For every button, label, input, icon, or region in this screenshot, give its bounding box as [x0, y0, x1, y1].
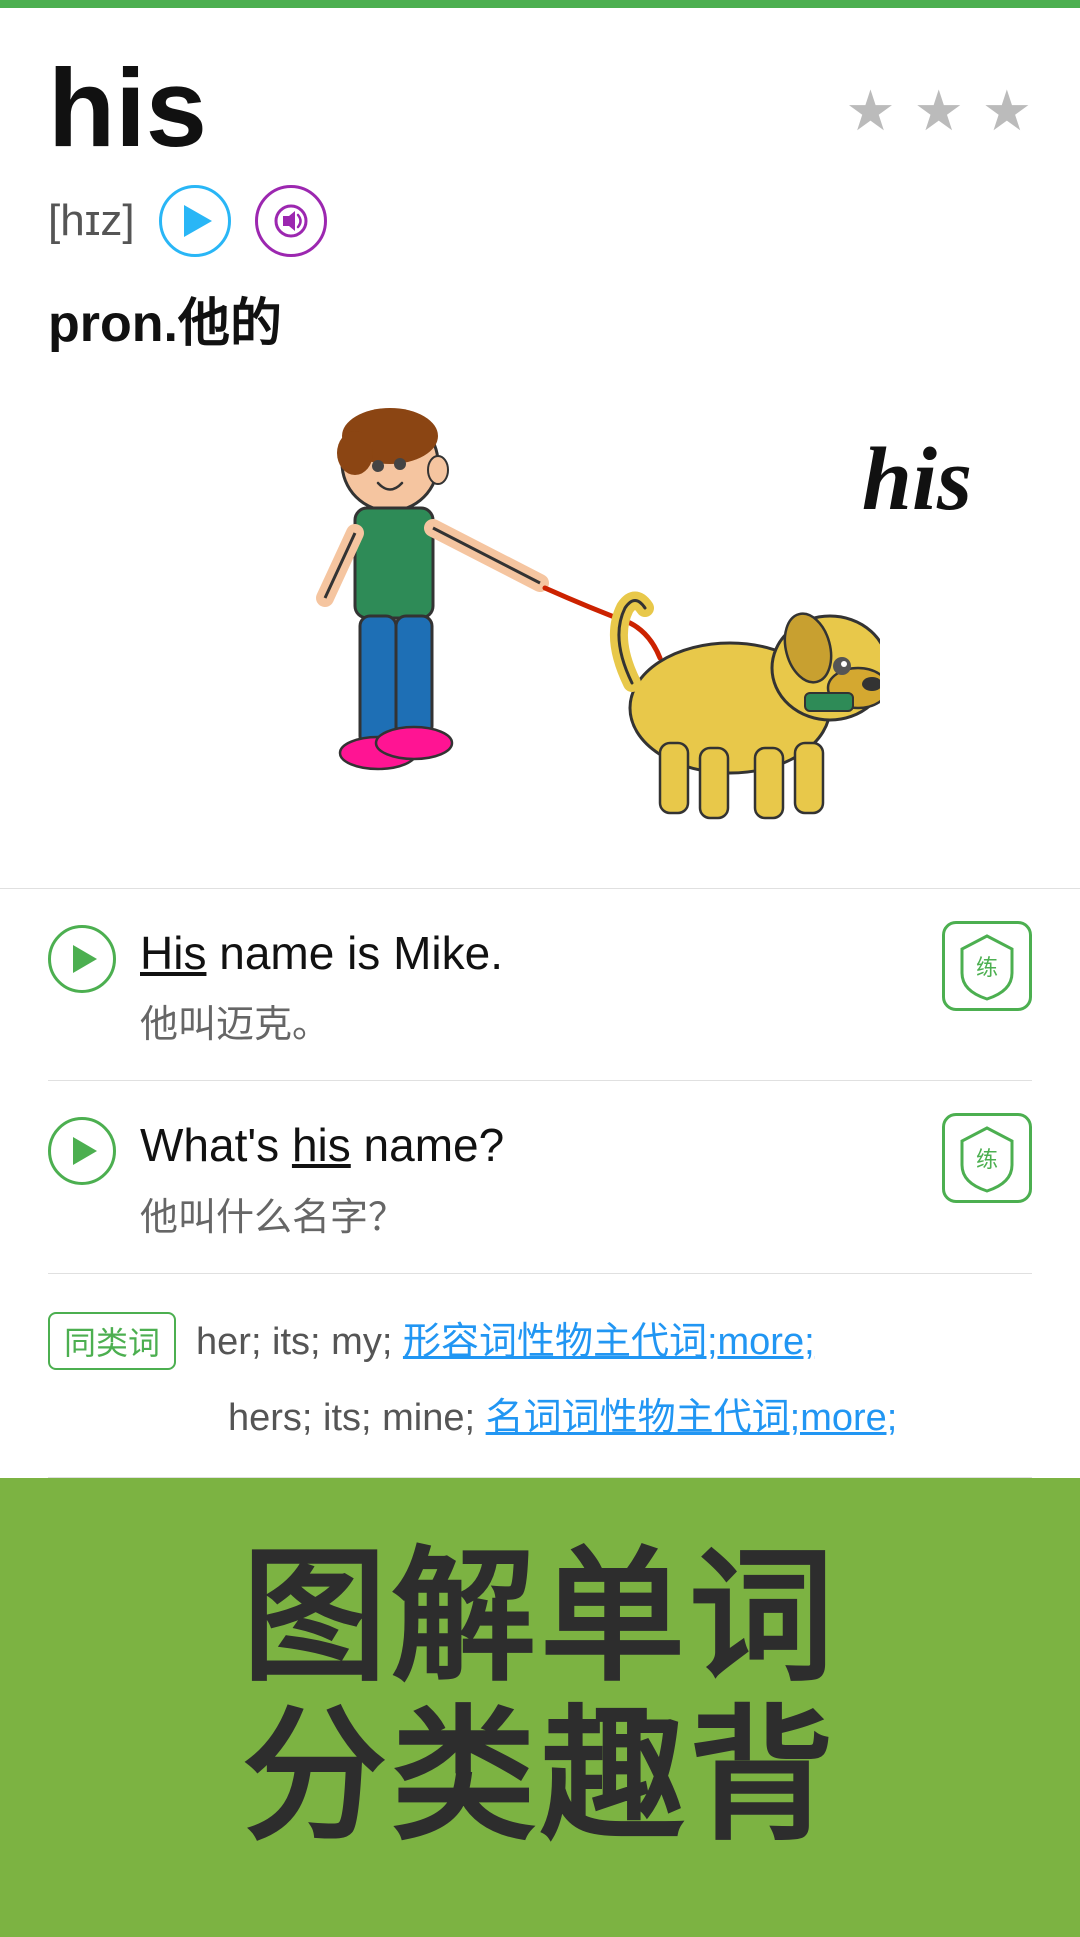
play-icon-2 [73, 1137, 97, 1165]
example-zh-1: 他叫迈克。 [140, 993, 918, 1048]
svg-text:练: 练 [976, 955, 998, 980]
related-words-1: her; its; my; 形容词性物主代词;more; [196, 1310, 815, 1365]
example-en-1: His name is Mike. [140, 921, 918, 985]
related-section: 同类词 her; its; my; 形容词性物主代词;more; hers; i… [48, 1274, 1032, 1478]
related-row-2: hers; its; mine; 名词词性物主代词;more; [48, 1386, 1032, 1441]
star-1[interactable]: ★ [845, 78, 895, 144]
svg-text:练: 练 [976, 1147, 998, 1172]
related-words-2: hers; its; mine; 名词词性物主代词;more; [48, 1386, 897, 1441]
example-item-1: His name is Mike. 他叫迈克。 练 [48, 889, 1032, 1081]
example-left-2: What's his name? 他叫什么名字？ [48, 1113, 918, 1240]
related-link-2[interactable]: 名词词性物主代词;more; [486, 1397, 898, 1439]
banner-line-2: 分类趣背 [48, 1697, 1032, 1857]
example-text-2: What's his name? 他叫什么名字？ [140, 1113, 918, 1240]
related-plain-1: her; its; my; [196, 1321, 403, 1363]
main-content: his ★ ★ ★ [hɪz] pron.他的 his [0, 8, 1080, 1478]
phonetic-row: [hɪz] [48, 185, 1032, 257]
example-left-1: His name is Mike. 他叫迈克。 [48, 921, 918, 1048]
examples-section: His name is Mike. 他叫迈克。 练 What's his nam… [0, 888, 1080, 1274]
word-header: his ★ ★ ★ [48, 48, 1032, 169]
word-in-image: his [862, 428, 972, 531]
shield-practice-icon-1: 练 [957, 931, 1017, 1001]
practice-button-1[interactable]: 练 [942, 921, 1032, 1011]
play-icon [184, 205, 212, 237]
related-link-1[interactable]: 形容词性物主代词;more; [403, 1321, 815, 1363]
practice-button-2[interactable]: 练 [942, 1113, 1032, 1203]
example-text-1: His name is Mike. 他叫迈克。 [140, 921, 918, 1048]
example-item-2: What's his name? 他叫什么名字？ 练 [48, 1081, 1032, 1273]
audio-uk-button[interactable] [255, 185, 327, 257]
shield-practice-icon-2: 练 [957, 1123, 1017, 1193]
illustration: his [48, 388, 1032, 848]
related-row-1: 同类词 her; its; my; 形容词性物主代词;more; [48, 1310, 1032, 1370]
play-icon-1 [73, 945, 97, 973]
star-2[interactable]: ★ [914, 78, 964, 144]
audio-us-button[interactable] [159, 185, 231, 257]
related-plain-2: hers; its; mine; [228, 1397, 486, 1439]
bottom-banner: 图解单词 分类趣背 [0, 1478, 1080, 1937]
word-title: his [48, 48, 207, 169]
definition: pron.他的 [48, 281, 1032, 356]
star-rating[interactable]: ★ ★ ★ [845, 78, 1032, 144]
play-button-2[interactable] [48, 1117, 116, 1185]
highlight-2: his [292, 1119, 351, 1171]
star-3[interactable]: ★ [982, 78, 1032, 144]
top-bar [0, 0, 1080, 8]
related-tag: 同类词 [48, 1312, 176, 1370]
speaker-icon [273, 203, 309, 239]
illustration-svg [200, 388, 880, 848]
play-button-1[interactable] [48, 925, 116, 993]
phonetic-text: [hɪz] [48, 196, 135, 246]
highlight-1: His [140, 927, 206, 979]
example-zh-2: 他叫什么名字？ [140, 1186, 918, 1241]
banner-line-1: 图解单词 [48, 1538, 1032, 1698]
example-en-2: What's his name? [140, 1113, 918, 1177]
